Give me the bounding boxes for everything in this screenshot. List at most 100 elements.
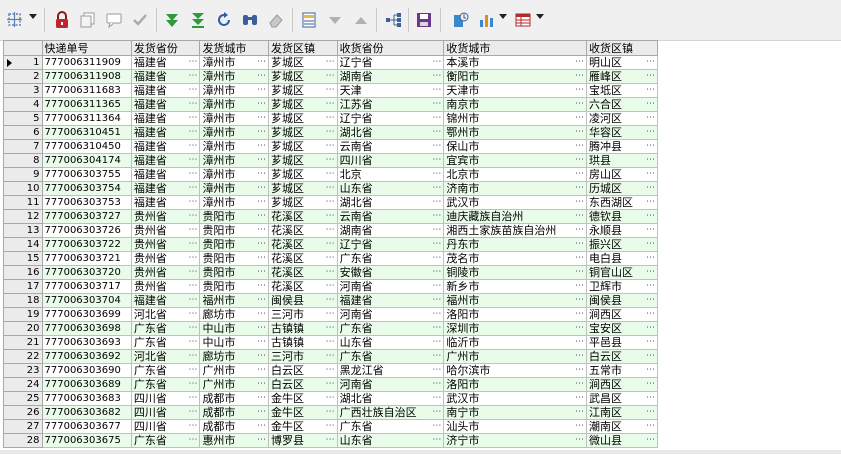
cell-ellipsis-icon[interactable]: ⋯ xyxy=(257,99,266,111)
cell-ellipsis-icon[interactable]: ⋯ xyxy=(575,99,584,111)
grid-cell[interactable]: 湘西土家族苗族自治州 ⋯ xyxy=(443,223,587,238)
grid-cell[interactable]: 漳州市 ⋯ xyxy=(199,139,270,154)
cell-ellipsis-icon[interactable]: ⋯ xyxy=(575,155,584,167)
cell-ellipsis-icon[interactable]: ⋯ xyxy=(432,407,441,419)
cell-ellipsis-icon[interactable]: ⋯ xyxy=(326,281,335,293)
grid-cell[interactable]: 777006303754 xyxy=(41,181,132,196)
grid-cell[interactable]: 福建省 ⋯ xyxy=(130,167,201,182)
grid-cell[interactable]: 洛阳市 ⋯ xyxy=(443,377,587,392)
cell-ellipsis-icon[interactable]: ⋯ xyxy=(188,197,197,209)
cell-ellipsis-icon[interactable]: ⋯ xyxy=(188,183,197,195)
grid-cell[interactable]: 深圳市 ⋯ xyxy=(443,321,587,336)
cell-ellipsis-icon[interactable]: ⋯ xyxy=(257,267,266,279)
grid-cell[interactable]: 广东省 ⋯ xyxy=(336,419,445,434)
cell-ellipsis-icon[interactable]: ⋯ xyxy=(326,393,335,405)
grid-cell[interactable]: 湖南省 ⋯ xyxy=(336,223,445,238)
grid-cell[interactable]: 777006303726 xyxy=(41,223,132,238)
grid-cell[interactable]: 芗城区 ⋯ xyxy=(268,111,338,126)
grid-cell[interactable]: 惠州市 ⋯ xyxy=(199,433,270,448)
cell-ellipsis-icon[interactable]: ⋯ xyxy=(257,71,266,83)
cell-ellipsis-icon[interactable]: ⋯ xyxy=(432,267,441,279)
cell-ellipsis-icon[interactable]: ⋯ xyxy=(575,393,584,405)
grid-cell[interactable]: 广州市 ⋯ xyxy=(199,363,270,378)
cell-ellipsis-icon[interactable]: ⋯ xyxy=(575,197,584,209)
chart-dropdown-icon[interactable] xyxy=(499,14,507,19)
grid-cell[interactable]: 铜陵市 ⋯ xyxy=(443,265,587,280)
row-number[interactable]: 14 xyxy=(3,237,43,252)
cell-ellipsis-icon[interactable]: ⋯ xyxy=(257,127,266,139)
check-icon[interactable] xyxy=(130,10,150,30)
cell-ellipsis-icon[interactable]: ⋯ xyxy=(188,71,197,83)
table-row[interactable]: 2 777006311908 福建省 ⋯ 漳州市 ⋯ 芗城区 ⋯ 湖南省 ⋯ 衡阳市 ⋯ 雁峰区 ⋯ xyxy=(3,69,658,84)
grid-cell[interactable]: 贵州省 ⋯ xyxy=(130,223,201,238)
grid-cell[interactable]: 山东省 ⋯ xyxy=(336,433,445,448)
cell-ellipsis-icon[interactable]: ⋯ xyxy=(188,225,197,237)
cell-ellipsis-icon[interactable]: ⋯ xyxy=(575,295,584,307)
grid-cell[interactable]: 辽宁省 ⋯ xyxy=(336,55,445,70)
grid-cell[interactable]: 云南省 ⋯ xyxy=(336,139,445,154)
row-number[interactable]: 22 xyxy=(3,349,43,364)
grid-cell[interactable]: 河南省 ⋯ xyxy=(336,377,445,392)
sort-up-icon[interactable] xyxy=(351,10,371,30)
cell-ellipsis-icon[interactable]: ⋯ xyxy=(646,379,655,391)
grid-cell[interactable]: 永顺县 ⋯ xyxy=(585,223,658,238)
cell-ellipsis-icon[interactable]: ⋯ xyxy=(575,379,584,391)
grid-cell[interactable]: 南京市 ⋯ xyxy=(443,97,587,112)
grid-cell[interactable]: 福建省 ⋯ xyxy=(130,111,201,126)
table-row[interactable]: 15 777006303721 贵州省 ⋯ 贵阳市 ⋯ 花溪区 ⋯ 广东省 ⋯ 茂名市 ⋯ 电白县 ⋯ xyxy=(3,251,658,266)
cell-ellipsis-icon[interactable]: ⋯ xyxy=(326,421,335,433)
grid-cell[interactable]: 芗城区 ⋯ xyxy=(268,153,338,168)
cell-ellipsis-icon[interactable]: ⋯ xyxy=(646,365,655,377)
cell-ellipsis-icon[interactable]: ⋯ xyxy=(646,323,655,335)
grid-cell[interactable]: 福建省 ⋯ xyxy=(130,125,201,140)
cell-ellipsis-icon[interactable]: ⋯ xyxy=(646,295,655,307)
grid-cell[interactable]: 河南省 ⋯ xyxy=(336,307,445,322)
find-icon[interactable] xyxy=(240,10,260,30)
grid-cell[interactable]: 铜官山区 ⋯ xyxy=(585,265,658,280)
cell-ellipsis-icon[interactable]: ⋯ xyxy=(257,281,266,293)
grid-cell[interactable]: 贵州省 ⋯ xyxy=(130,251,201,266)
grid-cell[interactable]: 三河市 ⋯ xyxy=(268,307,338,322)
cell-ellipsis-icon[interactable]: ⋯ xyxy=(432,351,441,363)
table-row[interactable]: 19 777006303699 河北省 ⋯ 廊坊市 ⋯ 三河市 ⋯ 河南省 ⋯ 洛阳市 ⋯ 涧西区 ⋯ xyxy=(3,307,658,322)
grid-cell[interactable]: 房山区 ⋯ xyxy=(585,167,658,182)
cell-ellipsis-icon[interactable]: ⋯ xyxy=(646,169,655,181)
cell-ellipsis-icon[interactable]: ⋯ xyxy=(575,225,584,237)
table-row[interactable]: 5 777006311364 福建省 ⋯ 漳州市 ⋯ 芗城区 ⋯ 辽宁省 ⋯ 锦州市 ⋯ 凌河区 ⋯ xyxy=(3,111,658,126)
table-row[interactable]: 11 777006303753 福建省 ⋯ 漳州市 ⋯ 芗城区 ⋯ 湖北省 ⋯ 武汉市 ⋯ 东西湖区 ⋯ xyxy=(3,195,658,210)
grid-cell[interactable]: 鄂州市 ⋯ xyxy=(443,125,587,140)
cell-ellipsis-icon[interactable]: ⋯ xyxy=(575,57,584,69)
grid-cell[interactable]: 湖南省 ⋯ xyxy=(336,69,445,84)
grid-cell[interactable]: 芗城区 ⋯ xyxy=(268,97,338,112)
cell-ellipsis-icon[interactable]: ⋯ xyxy=(326,71,335,83)
cell-ellipsis-icon[interactable]: ⋯ xyxy=(432,127,441,139)
grid-cell[interactable]: 777006303683 xyxy=(41,391,132,406)
cell-ellipsis-icon[interactable]: ⋯ xyxy=(257,141,266,153)
cell-ellipsis-icon[interactable]: ⋯ xyxy=(575,141,584,153)
table-row[interactable]: 14 777006303722 贵州省 ⋯ 贵阳市 ⋯ 花溪区 ⋯ 辽宁省 ⋯ 丹东市 ⋯ 振兴区 ⋯ xyxy=(3,237,658,252)
grid-cell[interactable]: 成都市 ⋯ xyxy=(199,391,270,406)
grid-cell[interactable]: 广州市 ⋯ xyxy=(443,349,587,364)
grid-cell[interactable]: 芗城区 ⋯ xyxy=(268,83,338,98)
grid-cell[interactable]: 哈尔滨市 ⋯ xyxy=(443,363,587,378)
row-number[interactable]: 11 xyxy=(3,195,43,210)
grid-cell[interactable]: 福建省 ⋯ xyxy=(336,293,445,308)
table-row[interactable]: 27 777006303677 四川省 ⋯ 成都市 ⋯ 金牛区 ⋯ 广东省 ⋯ 汕头市 ⋯ 潮南区 ⋯ xyxy=(3,419,658,434)
chat-icon[interactable] xyxy=(104,10,124,30)
grid-cell[interactable]: 白云区 ⋯ xyxy=(585,349,658,364)
table-row[interactable]: 18 777006303704 福建省 ⋯ 福州市 ⋯ 闽侯县 ⋯ 福建省 ⋯ 福州市 ⋯ 闽侯县 ⋯ xyxy=(3,293,658,308)
grid-cell[interactable]: 古镇镇 ⋯ xyxy=(268,335,338,350)
grid-cell[interactable]: 腾冲县 ⋯ xyxy=(585,139,658,154)
grid-cell[interactable]: 777006303755 xyxy=(41,167,132,182)
row-number[interactable]: 28 xyxy=(3,433,43,448)
grid-cell[interactable]: 中山市 ⋯ xyxy=(199,321,270,336)
table-row[interactable]: 6 777006310451 福建省 ⋯ 漳州市 ⋯ 芗城区 ⋯ 湖北省 ⋯ 鄂州市 ⋯ 华容区 ⋯ xyxy=(3,125,658,140)
row-number[interactable]: 18 xyxy=(3,293,43,308)
cell-ellipsis-icon[interactable]: ⋯ xyxy=(326,183,335,195)
table-row[interactable]: 7 777006310450 福建省 ⋯ 漳州市 ⋯ 芗城区 ⋯ 云南省 ⋯ 保山市 ⋯ 腾冲县 ⋯ xyxy=(3,139,658,154)
grid-cell[interactable]: 白云区 ⋯ xyxy=(268,363,338,378)
grid-cell[interactable]: 花溪区 ⋯ xyxy=(268,265,338,280)
grid-cell[interactable]: 福建省 ⋯ xyxy=(130,153,201,168)
cell-ellipsis-icon[interactable]: ⋯ xyxy=(575,407,584,419)
row-number[interactable]: 24 xyxy=(3,377,43,392)
